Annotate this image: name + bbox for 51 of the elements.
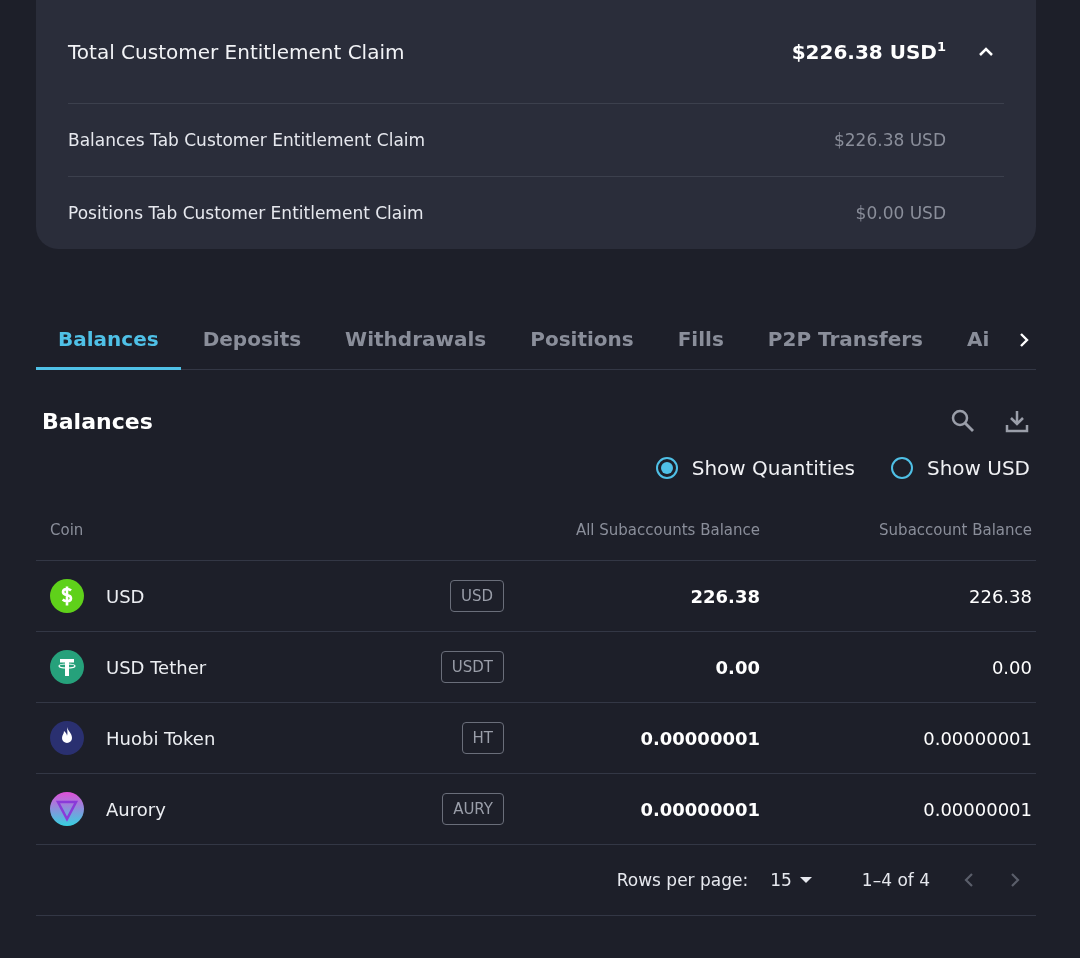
tab[interactable]: Fills	[655, 311, 746, 370]
table-cell-text: 226.38	[689, 585, 760, 607]
display-radio[interactable]: Show Quantities	[655, 456, 855, 480]
claim-label: Balances Tab Customer Entitlement Claim	[68, 130, 427, 150]
radio-label: Show Quantities	[691, 456, 855, 480]
rows-per-page-select[interactable]: 15	[770, 870, 812, 890]
flame-coin-icon	[50, 721, 84, 755]
coin-name: Huobi Token	[106, 727, 217, 749]
tab[interactable]: Ai	[945, 311, 1012, 370]
coin-name: Aurory	[106, 798, 167, 820]
download-button[interactable]	[1004, 408, 1030, 434]
tab[interactable]: Positions	[508, 311, 656, 370]
coin-symbol: USD	[449, 580, 504, 612]
search-button[interactable]	[950, 408, 976, 434]
section-title: Balances	[42, 408, 154, 434]
radio-label: Show USD	[926, 456, 1030, 480]
column-header: Subaccount Balance	[878, 521, 1032, 539]
display-radio[interactable]: Show USD	[890, 456, 1030, 480]
page-range: 1–4 of 4	[861, 870, 930, 890]
summary-title: Total Customer Entitlement Claim	[68, 39, 406, 64]
summary-total: $226.38 USD$^{1}$	[791, 39, 946, 64]
coin-name: USD	[106, 585, 146, 607]
table-cell-text: 226.38	[968, 585, 1032, 607]
claim-label: Positions Tab Customer Entitlement Claim	[68, 203, 425, 223]
dollar-coin-icon	[50, 579, 84, 613]
table-cell-text: 0.00000001	[639, 798, 760, 820]
table-cell-text: 0.00000001	[922, 798, 1032, 820]
radio-icon[interactable]	[890, 457, 913, 479]
tab[interactable]: Withdrawals	[323, 311, 509, 370]
radio-icon[interactable]	[655, 457, 678, 479]
table-cell-text: 0.00	[714, 656, 760, 678]
tab[interactable]: Deposits	[180, 311, 324, 370]
coin-symbol: HT	[461, 722, 504, 754]
table-cell-text: 0.00	[990, 656, 1032, 678]
table-cell-text: 0.00000001	[639, 727, 760, 749]
coin-symbol: AURY	[442, 793, 504, 825]
next-page-button[interactable]	[1008, 871, 1022, 889]
coin-symbol: USDT	[440, 651, 504, 683]
rows-per-page-label: Rows per page:	[616, 870, 749, 890]
column-header: All Subaccounts Balance	[574, 521, 760, 539]
claim-value: $0.00 USD	[855, 203, 946, 223]
coin-name: USD Tether	[106, 656, 208, 678]
tether-coin-icon	[50, 650, 84, 684]
tab[interactable]: Balances	[36, 311, 181, 370]
caret-down-icon[interactable]	[799, 876, 812, 884]
tab[interactable]: P2P Transfers	[745, 311, 946, 370]
previous-page-button[interactable]	[962, 871, 976, 889]
triangle-coin-icon	[50, 792, 84, 826]
claim-value: $226.38 USD	[833, 130, 946, 150]
column-header: Coin	[50, 521, 85, 539]
table-cell-text: 0.00000001	[922, 727, 1032, 749]
